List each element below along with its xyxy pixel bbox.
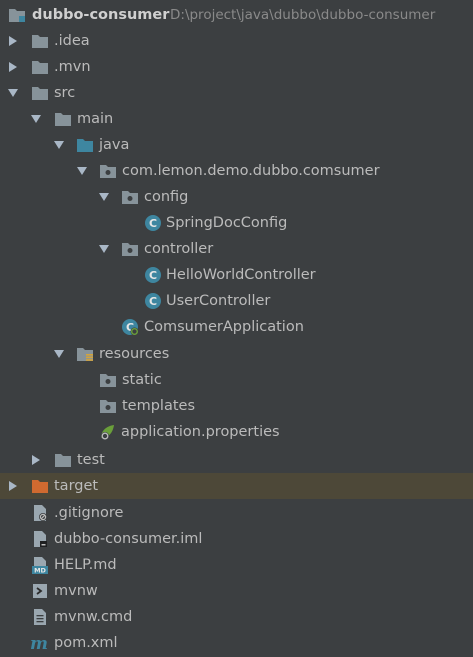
resources-folder-icon: [77, 348, 93, 361]
tree-item-label: java: [99, 137, 130, 153]
shell-script-icon: [33, 584, 47, 598]
java-class-icon: C: [145, 293, 161, 309]
tree-row-helloworldcontroller[interactable]: C HelloWorldController: [0, 262, 473, 288]
source-folder-icon: [77, 139, 93, 152]
collapse-arrow-icon[interactable]: [99, 245, 109, 253]
maven-icon: m: [30, 634, 48, 652]
tree-item-label: HELP.md: [54, 557, 117, 573]
tree-row-config[interactable]: config: [0, 184, 473, 210]
tree-item-label: .idea: [54, 33, 90, 49]
svg-text:C: C: [149, 269, 157, 282]
tree-item-label: main: [77, 111, 114, 127]
expand-arrow-icon[interactable]: [32, 455, 40, 465]
collapse-arrow-icon[interactable]: [8, 89, 18, 97]
tree-item-label: templates: [122, 398, 196, 414]
package-icon: [122, 191, 138, 204]
svg-text:C: C: [149, 295, 157, 308]
package-icon: [122, 243, 138, 256]
tree-row-help[interactable]: MD HELP.md: [0, 552, 473, 578]
collapse-arrow-icon[interactable]: [54, 141, 64, 149]
project-path: D:\project\java\dubbo\dubbo-consumer: [170, 7, 436, 23]
tree-row-comsumerapplication[interactable]: C ComsumerApplication: [0, 314, 473, 340]
folder-icon: [55, 113, 71, 126]
java-class-icon: C: [145, 215, 161, 231]
tree-item-label: HelloWorldController: [166, 267, 316, 283]
tree-row-application-properties[interactable]: application.properties: [0, 419, 473, 445]
package-icon: [100, 165, 116, 178]
tree-row-templates[interactable]: templates: [0, 393, 473, 419]
java-class-icon: C: [145, 267, 161, 283]
folder-icon: [32, 35, 48, 48]
tree-row-resources[interactable]: resources: [0, 341, 473, 367]
collapse-arrow-icon[interactable]: [54, 350, 64, 358]
expand-arrow-icon[interactable]: [9, 62, 17, 72]
tree-row-root[interactable]: dubbo-consumer D:\project\java\dubbo\dub…: [0, 2, 473, 28]
tree-row-java[interactable]: java: [0, 132, 473, 158]
tree-item-label: controller: [144, 241, 214, 257]
tree-row-gitignore[interactable]: .gitignore: [0, 500, 473, 526]
collapse-arrow-icon[interactable]: [77, 167, 87, 175]
package-icon: [100, 374, 116, 387]
tree-item-label: com.lemon.demo.dubbo.comsumer: [122, 163, 380, 179]
module-folder-icon: [9, 9, 25, 22]
markdown-file-icon: MD: [32, 557, 48, 575]
spring-properties-icon: [101, 425, 114, 440]
package-icon: [100, 400, 116, 413]
tree-row-package[interactable]: com.lemon.demo.dubbo.comsumer: [0, 158, 473, 184]
tree-item-label: .mvn: [54, 59, 91, 75]
project-name: dubbo-consumer: [32, 7, 170, 23]
text-file-icon: [34, 609, 46, 625]
tree-item-label: config: [144, 189, 189, 205]
folder-icon: [32, 61, 48, 74]
tree-item-label: src: [54, 85, 76, 101]
excluded-folder-icon: [32, 480, 48, 493]
folder-icon: [32, 87, 48, 100]
svg-text:C: C: [149, 217, 157, 230]
tree-item-label: application.properties: [121, 424, 280, 440]
tree-item-label: mvnw.cmd: [54, 609, 133, 625]
ignored-file-icon: [34, 505, 47, 521]
svg-text:MD: MD: [34, 567, 46, 575]
tree-item-label: UserController: [166, 293, 271, 309]
spring-boot-class-icon: C: [122, 319, 139, 336]
tree-item-label: ComsumerApplication: [144, 319, 304, 335]
svg-text:m: m: [30, 634, 48, 652]
tree-item-label: dubbo-consumer.iml: [54, 531, 203, 547]
tree-item-label: test: [77, 452, 105, 468]
tree-row-static[interactable]: static: [0, 367, 473, 393]
tree-row-controller[interactable]: controller: [0, 236, 473, 262]
tree-item-label: static: [122, 372, 162, 388]
tree-item-label: target: [54, 478, 99, 494]
module-file-icon: [34, 531, 47, 547]
tree-item-label: SpringDocConfig: [166, 215, 288, 231]
tree-item-label: .gitignore: [54, 505, 124, 521]
tree-row-test[interactable]: test: [0, 447, 473, 473]
tree-item-label: resources: [99, 346, 170, 362]
expand-arrow-icon[interactable]: [9, 481, 17, 491]
tree-row-iml[interactable]: dubbo-consumer.iml: [0, 526, 473, 552]
tree-row-springdocconfig[interactable]: C SpringDocConfig: [0, 210, 473, 236]
tree-row-mvnw-cmd[interactable]: mvnw.cmd: [0, 604, 473, 630]
tree-row-pom[interactable]: m pom.xml: [0, 630, 473, 656]
expand-arrow-icon[interactable]: [9, 36, 17, 46]
tree-row-target[interactable]: target: [0, 473, 473, 499]
tree-row-mvnw[interactable]: mvnw: [0, 578, 473, 604]
tree-row-mvn[interactable]: .mvn: [0, 54, 473, 80]
tree-item-label: pom.xml: [54, 635, 118, 651]
collapse-arrow-icon[interactable]: [31, 115, 41, 123]
folder-icon: [55, 454, 71, 467]
tree-row-usercontroller[interactable]: C UserController: [0, 288, 473, 314]
tree-item-label: mvnw: [54, 583, 98, 599]
collapse-arrow-icon[interactable]: [99, 193, 109, 201]
tree-row-idea[interactable]: .idea: [0, 28, 473, 54]
project-tree: dubbo-consumer D:\project\java\dubbo\dub…: [0, 0, 473, 657]
tree-row-src[interactable]: src: [0, 80, 473, 106]
tree-row-main[interactable]: main: [0, 106, 473, 132]
